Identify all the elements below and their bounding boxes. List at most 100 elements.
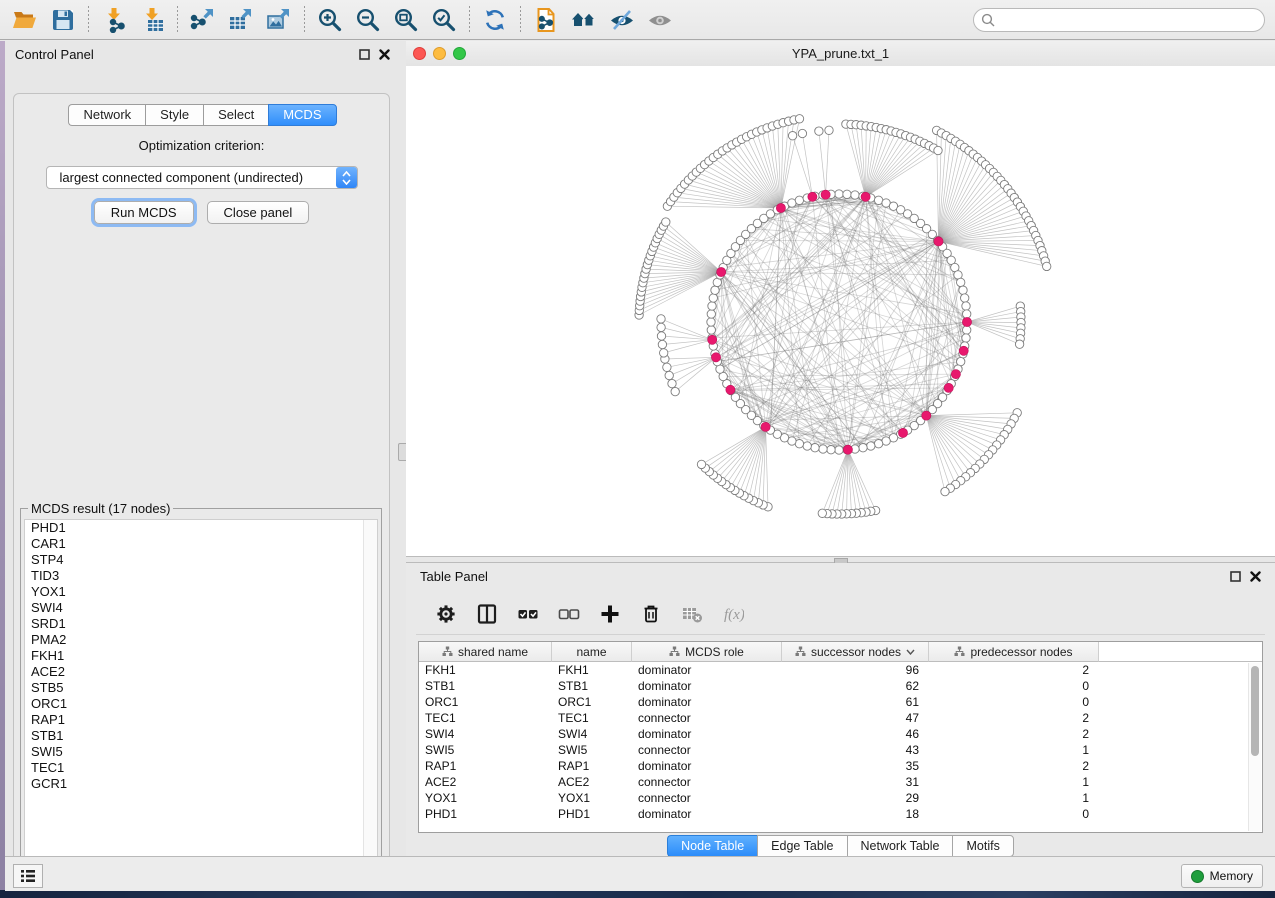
cell-name: YOX1: [552, 790, 632, 806]
table-row[interactable]: FKH1FKH1dominator962: [419, 662, 1262, 678]
table-row[interactable]: PHD1PHD1dominator180: [419, 806, 1262, 822]
tab-network-table[interactable]: Network Table: [847, 835, 953, 857]
column-header-predecessor-nodes[interactable]: predecessor nodes: [929, 642, 1099, 662]
network-window-titlebar[interactable]: YPA_prune.txt_1: [406, 41, 1275, 67]
cell-shared-name: ACE2: [419, 774, 552, 790]
table-row[interactable]: STB1STB1dominator620: [419, 678, 1262, 694]
split-columns-button[interactable]: [475, 602, 499, 626]
mcds-result-item[interactable]: GCR1: [25, 776, 377, 792]
node-layer[interactable]: [635, 115, 1051, 519]
node-table: shared namename MCDS role successor node…: [418, 641, 1263, 833]
zoom-fit-button[interactable]: [387, 3, 425, 37]
tab-network[interactable]: Network: [68, 104, 145, 126]
table-row[interactable]: ACE2ACE2connector311: [419, 774, 1262, 790]
network-graph-canvas[interactable]: [406, 66, 1275, 556]
table-scrollbar[interactable]: [1248, 663, 1261, 831]
cell-shared-name: SWI5: [419, 742, 552, 758]
memory-button[interactable]: Memory: [1181, 864, 1263, 888]
result-list-scrollbar[interactable]: [363, 520, 377, 874]
mcds-result-item[interactable]: STB1: [25, 728, 377, 744]
export-image-button[interactable]: [260, 3, 298, 37]
run-mcds-button[interactable]: Run MCDS: [94, 201, 194, 224]
cell-successor-nodes: 46: [782, 726, 929, 742]
cell-predecessor-nodes: 0: [929, 694, 1099, 710]
tab-style[interactable]: Style: [145, 104, 203, 126]
mcds-result-item[interactable]: FKH1: [25, 648, 377, 664]
export-network-button[interactable]: [184, 3, 222, 37]
open-folder-button[interactable]: [6, 3, 44, 37]
column-header-successor-nodes[interactable]: successor nodes: [782, 642, 929, 662]
import-network-button[interactable]: [95, 3, 133, 37]
tab-motifs[interactable]: Motifs: [952, 835, 1013, 857]
zoom-out-button[interactable]: [349, 3, 387, 37]
tab-select[interactable]: Select: [203, 104, 268, 126]
table-row[interactable]: YOX1YOX1connector291: [419, 790, 1262, 806]
unchecked-pair-button[interactable]: [557, 602, 581, 626]
mcds-result-item[interactable]: SRD1: [25, 616, 377, 632]
network-document-button[interactable]: [527, 3, 565, 37]
cell-predecessor-nodes: 1: [929, 774, 1099, 790]
mcds-result-list[interactable]: PHD1CAR1STP4TID3YOX1SWI4SRD1PMA2FKH1ACE2…: [24, 519, 378, 875]
mcds-result-item[interactable]: ACE2: [25, 664, 377, 680]
table-row[interactable]: SWI4SWI4dominator462: [419, 726, 1262, 742]
cell-shared-name: ORC1: [419, 694, 552, 710]
tab-node-table[interactable]: Node Table: [667, 835, 757, 857]
mcds-result-item[interactable]: SWI4: [25, 600, 377, 616]
cell-name: RAP1: [552, 758, 632, 774]
mcds-result-item[interactable]: PMA2: [25, 632, 377, 648]
export-table-button[interactable]: [222, 3, 260, 37]
table-panel-titlebar: Table Panel: [406, 563, 1275, 589]
close-table-panel-icon[interactable]: [1250, 571, 1261, 582]
tab-edge-table[interactable]: Edge Table: [757, 835, 846, 857]
table-row[interactable]: SWI5SWI5connector431: [419, 742, 1262, 758]
plus-button[interactable]: [598, 602, 622, 626]
attribute-tree-icon: [954, 646, 965, 657]
checked-pair-button[interactable]: [516, 602, 540, 626]
mcds-result-item[interactable]: STP4: [25, 552, 377, 568]
cell-successor-nodes: 61: [782, 694, 929, 710]
save-session-button[interactable]: [44, 3, 82, 37]
cell-name: SWI4: [552, 726, 632, 742]
toolbar-separator: [177, 6, 178, 34]
network-window-title: YPA_prune.txt_1: [406, 46, 1275, 61]
column-header-shared-name[interactable]: shared name: [419, 642, 552, 662]
zoom-in-button[interactable]: [311, 3, 349, 37]
column-header-name[interactable]: name: [552, 642, 632, 662]
cytoscape-window: Control Panel Optimization criterion: la…: [0, 0, 1275, 898]
table-scrollbar-thumb[interactable]: [1251, 666, 1259, 756]
mcds-result-item[interactable]: TID3: [25, 568, 377, 584]
mcds-result-item[interactable]: CAR1: [25, 536, 377, 552]
column-header-MCDS-role[interactable]: MCDS role: [632, 642, 782, 662]
gear-button[interactable]: [434, 602, 458, 626]
zoom-selected-button[interactable]: [425, 3, 463, 37]
task-history-button[interactable]: [13, 864, 43, 888]
eye-slash-button[interactable]: [603, 3, 641, 37]
float-panel-icon[interactable]: [359, 49, 370, 60]
float-table-panel-icon[interactable]: [1230, 571, 1241, 582]
table-row[interactable]: RAP1RAP1dominator352: [419, 758, 1262, 774]
close-panel-button[interactable]: Close panel: [207, 201, 310, 224]
mcds-result-item[interactable]: STB5: [25, 680, 377, 696]
search-input[interactable]: [973, 8, 1265, 32]
tab-mcds[interactable]: MCDS: [268, 104, 336, 126]
import-table-button[interactable]: [133, 3, 171, 37]
cell-successor-nodes: 29: [782, 790, 929, 806]
table-row[interactable]: ORC1ORC1dominator610: [419, 694, 1262, 710]
mcds-result-item[interactable]: YOX1: [25, 584, 377, 600]
horizontal-split-divider[interactable]: [406, 556, 1275, 563]
mcds-result-item[interactable]: RAP1: [25, 712, 377, 728]
criterion-dropdown[interactable]: largest connected component (undirected): [46, 166, 358, 189]
mcds-result-item[interactable]: ORC1: [25, 696, 377, 712]
mcds-result-item[interactable]: SWI5: [25, 744, 377, 760]
checked-pair-icon: [517, 603, 539, 625]
refresh-button[interactable]: [476, 3, 514, 37]
mcds-result-item[interactable]: TEC1: [25, 760, 377, 776]
trash-button[interactable]: [639, 602, 663, 626]
column-label: predecessor nodes: [970, 645, 1072, 659]
mcds-result-item[interactable]: PHD1: [25, 520, 377, 536]
control-panel-title: Control Panel: [15, 47, 94, 62]
zoom-selected-icon: [431, 7, 457, 33]
houses-button[interactable]: [565, 3, 603, 37]
table-row[interactable]: TEC1TEC1connector472: [419, 710, 1262, 726]
close-panel-icon[interactable]: [379, 49, 390, 60]
